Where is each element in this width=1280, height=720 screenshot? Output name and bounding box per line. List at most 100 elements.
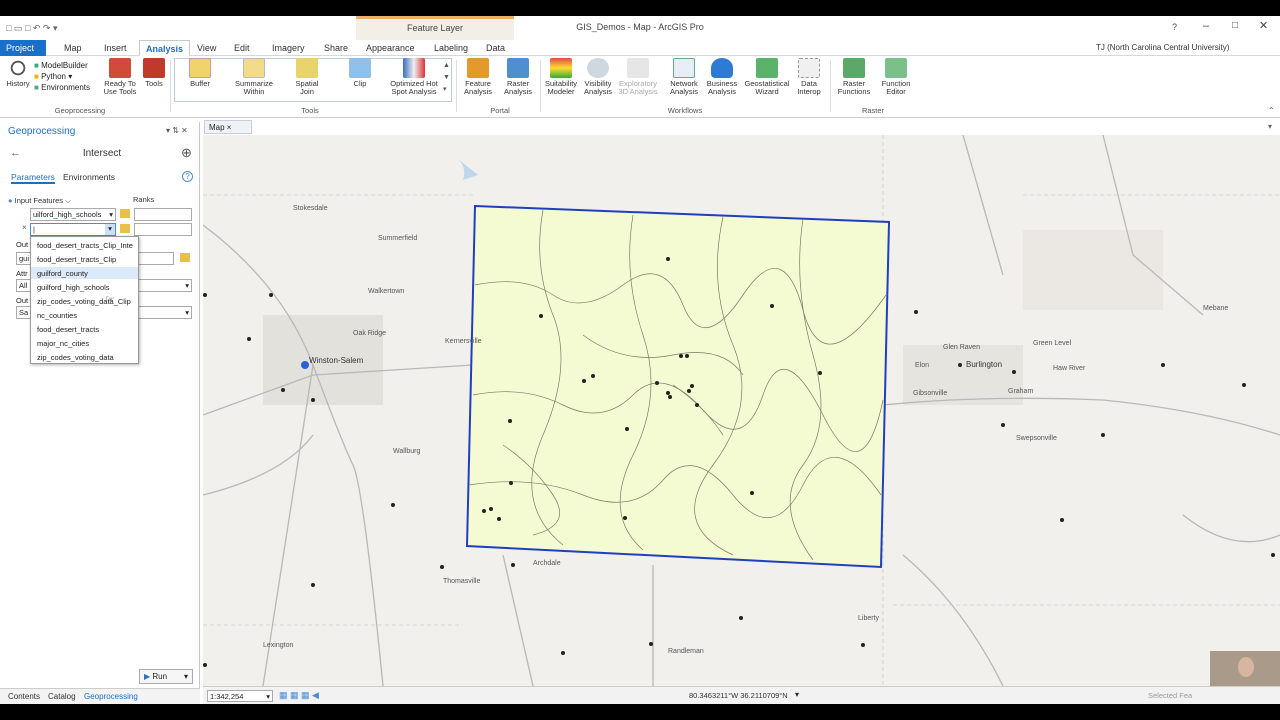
maximize-button[interactable]: □ xyxy=(1232,20,1238,31)
collapse-ribbon-icon[interactable]: ⌃ xyxy=(1268,106,1275,115)
raster-functions-button[interactable]: Raster Functions xyxy=(834,58,874,96)
summarize-within-icon xyxy=(243,58,265,78)
dropdown-item[interactable]: food_desert_tracts_Clip xyxy=(37,255,116,264)
geostatistical-wizard-button[interactable]: Geostatistical Wizard xyxy=(742,58,792,96)
environments-button[interactable]: ■ Environments xyxy=(34,82,90,93)
folder-icon[interactable] xyxy=(120,224,130,233)
function-editor-button[interactable]: Function Editor xyxy=(876,58,916,96)
svg-text:Oak Ridge: Oak Ridge xyxy=(353,330,386,337)
dropdown-item[interactable]: food_desert_tracts_Clip_Inte xyxy=(37,241,133,250)
dropdown-item[interactable]: zip_codes_voting_data xyxy=(37,353,114,362)
map-tab-options-icon[interactable]: ▾ xyxy=(1268,122,1272,131)
chevron-down-icon[interactable]: ▾ xyxy=(795,690,799,699)
geostatistical-icon xyxy=(756,58,778,78)
function-editor-icon xyxy=(885,58,907,78)
rank-field-2[interactable] xyxy=(134,223,192,236)
tools-button[interactable]: Tools xyxy=(142,58,166,88)
group-label-workflows: Workflows xyxy=(667,106,703,115)
add-icon[interactable]: ⊕ xyxy=(181,145,192,161)
svg-text:Graham: Graham xyxy=(1008,388,1033,395)
tab-analysis[interactable]: Analysis xyxy=(139,40,191,56)
feature-analysis-icon xyxy=(467,58,489,78)
quick-access-toolbar[interactable]: □ ▭ □ ↶ ↷ ▾ xyxy=(6,23,57,34)
raster-analysis-button[interactable]: Raster Analysis xyxy=(500,58,536,96)
help-icon[interactable]: ? xyxy=(182,171,193,182)
spatial-join-button[interactable]: Spatial Join xyxy=(290,58,324,96)
basemap[interactable]: Winston-Salem Burlington Kernersville Wa… xyxy=(203,135,1280,686)
tab-edit[interactable]: Edit xyxy=(228,40,256,56)
tab-data[interactable]: Data xyxy=(480,40,511,56)
tab-parameters[interactable]: Parameters xyxy=(11,172,55,184)
tab-insert[interactable]: Insert xyxy=(98,40,133,56)
tab-environments[interactable]: Environments xyxy=(63,172,115,182)
tab-project[interactable]: Project xyxy=(0,40,46,56)
svg-text:Lexington: Lexington xyxy=(263,642,293,649)
clip-button[interactable]: Clip xyxy=(345,58,375,88)
scale-select[interactable]: 1:342,254 ▾ xyxy=(207,690,273,702)
business-analysis-button[interactable]: Business Analysis xyxy=(704,58,740,96)
tab-contents[interactable]: Contents xyxy=(8,692,40,701)
suitability-modeler-button[interactable]: Suitability Modeler xyxy=(542,58,580,96)
dropdown-item[interactable]: major_nc_cities xyxy=(37,339,89,348)
guilford-county-polygon[interactable] xyxy=(465,204,891,569)
exploratory-3d-button[interactable]: Exploratory 3D Analysis xyxy=(616,58,660,96)
visibility-analysis-button[interactable]: Visibility Analysis xyxy=(580,58,616,96)
group-label-raster: Raster xyxy=(861,106,885,115)
info-icon: ● xyxy=(8,196,13,205)
clip-icon xyxy=(349,58,371,78)
output-label: Out xyxy=(16,240,29,249)
back-icon[interactable]: ← xyxy=(10,147,21,159)
tab-catalog[interactable]: Catalog xyxy=(48,692,76,701)
tab-geoprocessing[interactable]: Geoprocessing xyxy=(84,692,138,701)
run-button[interactable]: ▶ Run ▾ xyxy=(139,669,193,684)
modelbuilder-button[interactable]: ■ ModelBuilder xyxy=(34,60,90,71)
dropdown-item[interactable]: zip_codes_voting_data_Clip xyxy=(37,297,131,306)
gallery-scroll[interactable]: ▲ ▼ ▾ xyxy=(443,60,450,96)
urban-area xyxy=(1023,230,1163,310)
python-button[interactable]: ■ Python ▾ xyxy=(34,71,90,82)
group-label-tools: Tools xyxy=(301,106,319,115)
navigation-tools-icon[interactable]: ▦ ▦ ▦ ◀ xyxy=(279,690,319,701)
tab-share[interactable]: Share xyxy=(318,40,354,56)
pane-options-icon[interactable]: ▾ ⇅ ✕ xyxy=(166,126,188,135)
ready-to-use-tools-button[interactable]: Ready To Use Tools xyxy=(100,58,140,96)
layer-dropdown: food_desert_tracts_Clip_Inte food_desert… xyxy=(30,236,139,364)
data-interop-icon xyxy=(798,58,820,78)
webcam-overlay xyxy=(1210,651,1280,686)
input-features-select-2[interactable]: | ▾ xyxy=(30,223,116,236)
window-title: GIS_Demos - Map - ArcGIS Pro xyxy=(576,22,704,32)
selected-features: Selected Fea xyxy=(1148,691,1193,700)
folder-icon[interactable] xyxy=(120,209,130,218)
svg-text:Elon: Elon xyxy=(915,362,929,369)
feature-analysis-button[interactable]: Feature Analysis xyxy=(460,58,496,96)
summarize-within-button[interactable]: Summarize Within xyxy=(232,58,276,96)
remove-icon[interactable]: × xyxy=(22,223,27,232)
tab-labeling[interactable]: Labeling xyxy=(428,40,474,56)
rank-field-1[interactable] xyxy=(134,208,192,221)
map-view[interactable]: Winston-Salem Burlington Kernersville Wa… xyxy=(203,135,1280,686)
tab-appearance[interactable]: Appearance xyxy=(360,40,421,56)
tab-view[interactable]: View xyxy=(191,40,222,56)
title-bar: □ ▭ □ ↶ ↷ ▾ Feature Layer GIS_Demos - Ma… xyxy=(0,16,1280,40)
cloud-toolbox-icon xyxy=(109,58,131,78)
tab-map-view[interactable]: Map × xyxy=(204,120,252,134)
optimized-hot-spot-button[interactable]: Optimized Hot Spot Analysis xyxy=(386,58,442,96)
dropdown-item[interactable]: food_desert_tracts xyxy=(37,325,99,334)
data-interop-button[interactable]: Data Interop xyxy=(792,58,826,96)
buffer-button[interactable]: Buffer xyxy=(182,58,218,88)
expand-icon[interactable]: ⌵ xyxy=(65,196,71,205)
dropdown-item[interactable]: nc_counties xyxy=(37,311,77,320)
tab-imagery[interactable]: Imagery xyxy=(266,40,311,56)
minimize-button[interactable]: – xyxy=(1203,20,1209,32)
help-icon[interactable]: ? xyxy=(1172,22,1177,32)
tab-map[interactable]: Map xyxy=(58,40,88,56)
network-analysis-button[interactable]: Network Analysis xyxy=(664,58,704,96)
user-account[interactable]: TJ (North Carolina Central University) xyxy=(1096,43,1229,52)
close-button[interactable]: ✕ xyxy=(1259,19,1268,32)
dropdown-item-selected[interactable]: guilford_county xyxy=(37,269,88,278)
folder-icon[interactable] xyxy=(180,253,190,262)
modelbuilder-icon: ■ xyxy=(34,61,39,70)
history-button[interactable]: History xyxy=(4,58,32,88)
input-features-select-1[interactable]: uilford_high_schools ▾ xyxy=(30,208,116,221)
dropdown-item[interactable]: guilford_high_schools xyxy=(37,283,110,292)
